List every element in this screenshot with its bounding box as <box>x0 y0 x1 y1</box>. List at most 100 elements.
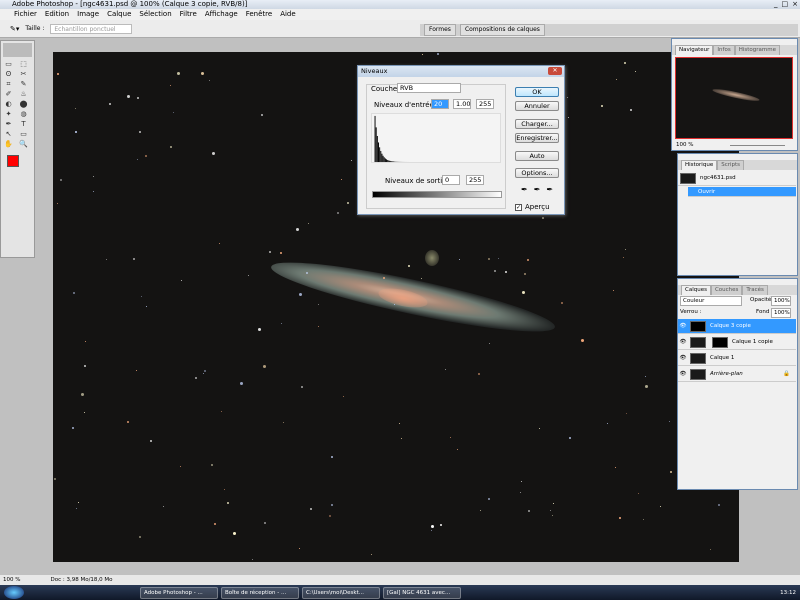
tool-button[interactable]: ▭ <box>3 59 14 69</box>
tool-button[interactable]: ▭ <box>18 129 29 139</box>
opacity-field[interactable]: 100% <box>771 296 791 306</box>
star <box>54 478 57 481</box>
task-explorer[interactable]: C:\Users\moi\Deskt... <box>302 586 380 599</box>
zoom-slider[interactable] <box>730 145 785 146</box>
layer-row[interactable]: 👁 Arrière-plan 🔒 <box>678 367 796 382</box>
tab-couches[interactable]: Couches <box>710 285 743 295</box>
layer-row[interactable]: 👁 Calque 1 <box>678 351 796 366</box>
options-button[interactable]: Options... <box>515 168 559 178</box>
save-button[interactable]: Enregistrer... <box>515 133 559 143</box>
black-eyedropper-icon[interactable]: ✒ <box>521 185 528 194</box>
task-mail[interactable]: Boîte de réception - ... <box>221 586 299 599</box>
load-button[interactable]: Charger... <box>515 119 559 129</box>
star <box>298 293 302 297</box>
start-button[interactable] <box>4 586 24 599</box>
tab-compositions[interactable]: Compositions de calques <box>459 24 545 36</box>
tool-button[interactable]: ↖ <box>3 129 14 139</box>
star <box>203 369 206 372</box>
star <box>336 212 339 215</box>
menu-image[interactable]: Image <box>77 9 99 20</box>
menu-affichage[interactable]: Affichage <box>205 9 238 20</box>
white-eyedropper-icon[interactable]: ✒ <box>546 185 553 194</box>
maximize-button[interactable]: □ <box>782 0 789 8</box>
tab-historique[interactable]: Historique <box>681 160 718 170</box>
tab-navigateur[interactable]: Navigateur <box>675 45 714 55</box>
star <box>618 516 621 519</box>
tool-button[interactable]: ◍ <box>18 109 29 119</box>
ok-button[interactable]: OK <box>515 87 559 97</box>
minimize-button[interactable]: _ <box>774 0 778 8</box>
tool-button[interactable]: 🔍 <box>18 139 29 149</box>
histogram-bar <box>390 161 392 162</box>
star <box>420 277 422 279</box>
tool-button[interactable]: ◐ <box>3 99 14 109</box>
menu-filtre[interactable]: Filtre <box>180 9 197 20</box>
menu-edition[interactable]: Edition <box>45 9 69 20</box>
menu-selection[interactable]: Sélection <box>139 9 171 20</box>
history-item-ouvrir[interactable]: Ouvrir <box>688 187 796 197</box>
output-black-field[interactable]: 0 <box>442 175 460 185</box>
star <box>487 498 490 501</box>
layer-row[interactable]: 👁 Calque 3 copie <box>678 319 796 334</box>
input-white-field[interactable]: 255 <box>476 99 494 109</box>
star <box>202 373 204 375</box>
tool-button[interactable]: ✐ <box>3 89 14 99</box>
tab-scripts[interactable]: Scripts <box>717 160 745 170</box>
history-snapshot[interactable]: ngc4631.psd <box>678 171 796 186</box>
foreground-color-swatch[interactable] <box>7 155 19 167</box>
fill-field[interactable]: 100% <box>771 308 791 318</box>
tool-button[interactable]: ⌗ <box>3 79 14 89</box>
navigator-zoom[interactable]: 100 % <box>676 142 693 148</box>
star <box>505 270 508 273</box>
input-black-field[interactable]: 20 <box>431 99 449 109</box>
star <box>180 466 182 468</box>
star <box>626 413 628 414</box>
menu-aide[interactable]: Aide <box>280 9 295 20</box>
layer-row[interactable]: 👁 Calque 1 copie <box>678 335 796 350</box>
navigator-preview[interactable] <box>675 57 793 139</box>
star <box>317 326 319 328</box>
task-photoshop[interactable]: Adobe Photoshop - ... <box>140 586 218 599</box>
star <box>568 437 571 440</box>
tool-button[interactable]: ♨ <box>18 89 29 99</box>
gray-eyedropper-icon[interactable]: ✒ <box>534 185 541 194</box>
input-gamma-field[interactable]: 1.00 <box>453 99 471 109</box>
menu-calque[interactable]: Calque <box>107 9 131 20</box>
dialog-close-button[interactable]: ✕ <box>548 67 562 75</box>
tab-histogramme[interactable]: Histogramme <box>734 45 780 55</box>
menu-fichier[interactable]: Fichier <box>14 9 37 20</box>
blend-mode-select[interactable]: Couleur <box>680 296 742 306</box>
tab-infos[interactable]: Infos <box>713 45 735 55</box>
size-select[interactable]: Echantillon ponctuel <box>50 23 133 34</box>
tab-calques[interactable]: Calques <box>681 285 711 295</box>
cancel-button[interactable]: Annuler <box>515 101 559 111</box>
preview-checkbox[interactable]: ✓ <box>515 203 522 211</box>
tool-button[interactable]: ✎ <box>18 79 29 89</box>
status-zoom[interactable]: 100 % <box>3 575 20 585</box>
tab-formes[interactable]: Formes <box>424 24 456 36</box>
star <box>261 113 264 116</box>
star <box>449 436 451 438</box>
tool-button[interactable]: ✦ <box>3 109 14 119</box>
window-title: Adobe Photoshop - [ngc4631.psd @ 100% (C… <box>12 0 248 8</box>
tool-button[interactable]: ✂ <box>18 69 29 79</box>
tool-button[interactable]: ⬚ <box>18 59 29 69</box>
tool-button[interactable]: ✋ <box>3 139 14 149</box>
tool-button[interactable]: ʘ <box>3 69 14 79</box>
tab-traces[interactable]: Tracés <box>742 285 768 295</box>
eyedropper-icon[interactable]: ✎▾ <box>10 25 19 33</box>
histogram-bar <box>376 135 378 162</box>
channel-select[interactable]: RVB <box>397 83 461 93</box>
tool-button[interactable]: T <box>18 119 29 129</box>
histogram-bar <box>389 160 391 162</box>
tool-button[interactable]: ✒ <box>3 119 14 129</box>
star <box>309 508 312 511</box>
output-white-field[interactable]: 255 <box>466 175 484 185</box>
close-button[interactable]: × <box>792 0 798 8</box>
eye-icon: 👁 <box>679 323 687 329</box>
output-gradient-slider[interactable] <box>372 191 502 198</box>
auto-button[interactable]: Auto <box>515 151 559 161</box>
tool-button[interactable]: ⬤ <box>18 99 29 109</box>
menu-fenetre[interactable]: Fenêtre <box>246 9 272 20</box>
task-firefox[interactable]: [Gal] NGC 4631 avec... <box>383 586 461 599</box>
